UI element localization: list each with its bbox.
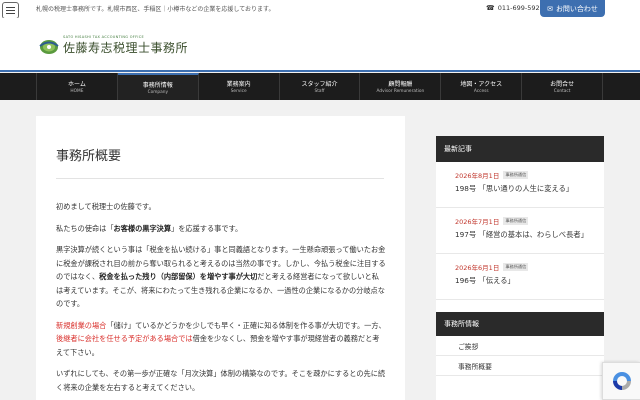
office-info-title: 事務所情報 <box>436 312 604 336</box>
post-item[interactable]: 2026年6月1日 事務所通信 196号 「伝える」 <box>436 254 604 300</box>
nav-item-service[interactable]: 業務案内 Service <box>199 73 280 100</box>
nav-item-company[interactable]: 事務所情報 Company <box>117 73 199 100</box>
global-nav: ホーム HOME 事務所情報 Company 業務案内 Service スタッフ… <box>0 73 640 100</box>
post-item[interactable]: 2026年7月1日 事務所通信 197号 「経営の基本は、わらしべ長者」 <box>436 208 604 254</box>
site-tagline: 札幌の税理士事務所です。札幌市西区、手稲区｜小樽市などの企業を応援しております。 <box>36 6 275 13</box>
title-divider <box>56 178 384 179</box>
post-category-badge[interactable]: 事務所通信 <box>503 217 529 225</box>
main-content: 事務所概要 初めまして税理士の佐藤です。 私たちの使命は「お客様の黒字決算」を応… <box>36 116 405 400</box>
phone-icon: ☎ <box>486 4 495 12</box>
post-item[interactable]: 2026年8月1日 事務所通信 198号 「思い通りの人生に変える」 <box>436 162 604 208</box>
top-bar: 札幌の税理士事務所です。札幌市西区、手稲区｜小樽市などの企業を応援しております。… <box>0 0 640 19</box>
post-category-badge[interactable]: 事務所通信 <box>503 263 529 271</box>
recent-posts-title: 最新記事 <box>436 136 604 162</box>
office-info-widget: 事務所情報 ご挨拶 事務所概要 <box>436 312 604 400</box>
recaptcha-icon <box>612 372 631 390</box>
post-title-link[interactable]: 198号 「思い通りの人生に変える」 <box>455 183 592 194</box>
nav-item-contact[interactable]: お問合せ Contact <box>522 73 604 100</box>
paragraph-monthly: いずれにしても、その第一歩が正確な「月次決算」体制の構築なのです。そこを疎かにす… <box>56 369 386 392</box>
paragraph-profit: 黒字決算が続くという事は「税金を払い続ける」事と同義語となります。一生懸命頑張っ… <box>56 245 386 308</box>
hamburger-icon <box>6 7 15 8</box>
post-date: 2026年8月1日 <box>455 172 500 180</box>
contact-button[interactable]: ✉ お問い合わせ <box>540 0 605 17</box>
phone-number[interactable]: ☎ 011-699-5925 <box>486 4 544 12</box>
logo-name: 佐藤寿志税理士事務所 <box>63 41 189 55</box>
mail-icon: ✉ <box>547 4 553 13</box>
site-header: SATO HISASHI TAX ACCOUNTING OFFICE 佐藤寿志税… <box>0 18 640 72</box>
sidebar-link-overview[interactable]: 事務所概要 <box>436 356 604 376</box>
menu-toggle-button[interactable] <box>2 2 19 19</box>
post-title-link[interactable]: 197号 「経営の基本は、わらしべ長者」 <box>455 229 592 240</box>
logo-mark-icon <box>38 37 60 55</box>
paragraph-startup: 新規創業の場合「儲け」ているかどうかを少しでも早く・正確に知る体制を作る事が大切… <box>56 320 386 357</box>
post-date: 2026年6月1日 <box>455 264 500 272</box>
nav-item-home[interactable]: ホーム HOME <box>37 73 118 100</box>
page-title: 事務所概要 <box>56 149 122 164</box>
site-logo[interactable]: SATO HISASHI TAX ACCOUNTING OFFICE 佐藤寿志税… <box>38 35 188 56</box>
post-date: 2026年7月1日 <box>455 218 500 226</box>
post-title-link[interactable]: 196号 「伝える」 <box>455 275 592 286</box>
sidebar: 最新記事 2026年8月1日 事務所通信 198号 「思い通りの人生に変える」 … <box>436 116 604 400</box>
sidebar-link-greeting[interactable]: ご挨拶 <box>436 336 604 356</box>
post-category-badge[interactable]: 事務所通信 <box>503 171 529 179</box>
paragraph-mission: 私たちの使命は「お客様の黒字決算」を応援する事です。 <box>56 223 243 233</box>
recaptcha-badge[interactable] <box>602 362 640 400</box>
nav-item-remuneration[interactable]: 顧問報酬 Advisor Remuneration <box>360 73 442 100</box>
paragraph-greeting: 初めまして税理士の佐藤です。 <box>56 202 156 211</box>
nav-item-access[interactable]: 地図・アクセス Access <box>441 73 523 100</box>
article-body: 初めまして税理士の佐藤です。 私たちの使命は「お客様の黒字決算」を応援する事です… <box>56 200 386 400</box>
nav-item-staff[interactable]: スタッフ紹介 Staff <box>280 73 361 100</box>
